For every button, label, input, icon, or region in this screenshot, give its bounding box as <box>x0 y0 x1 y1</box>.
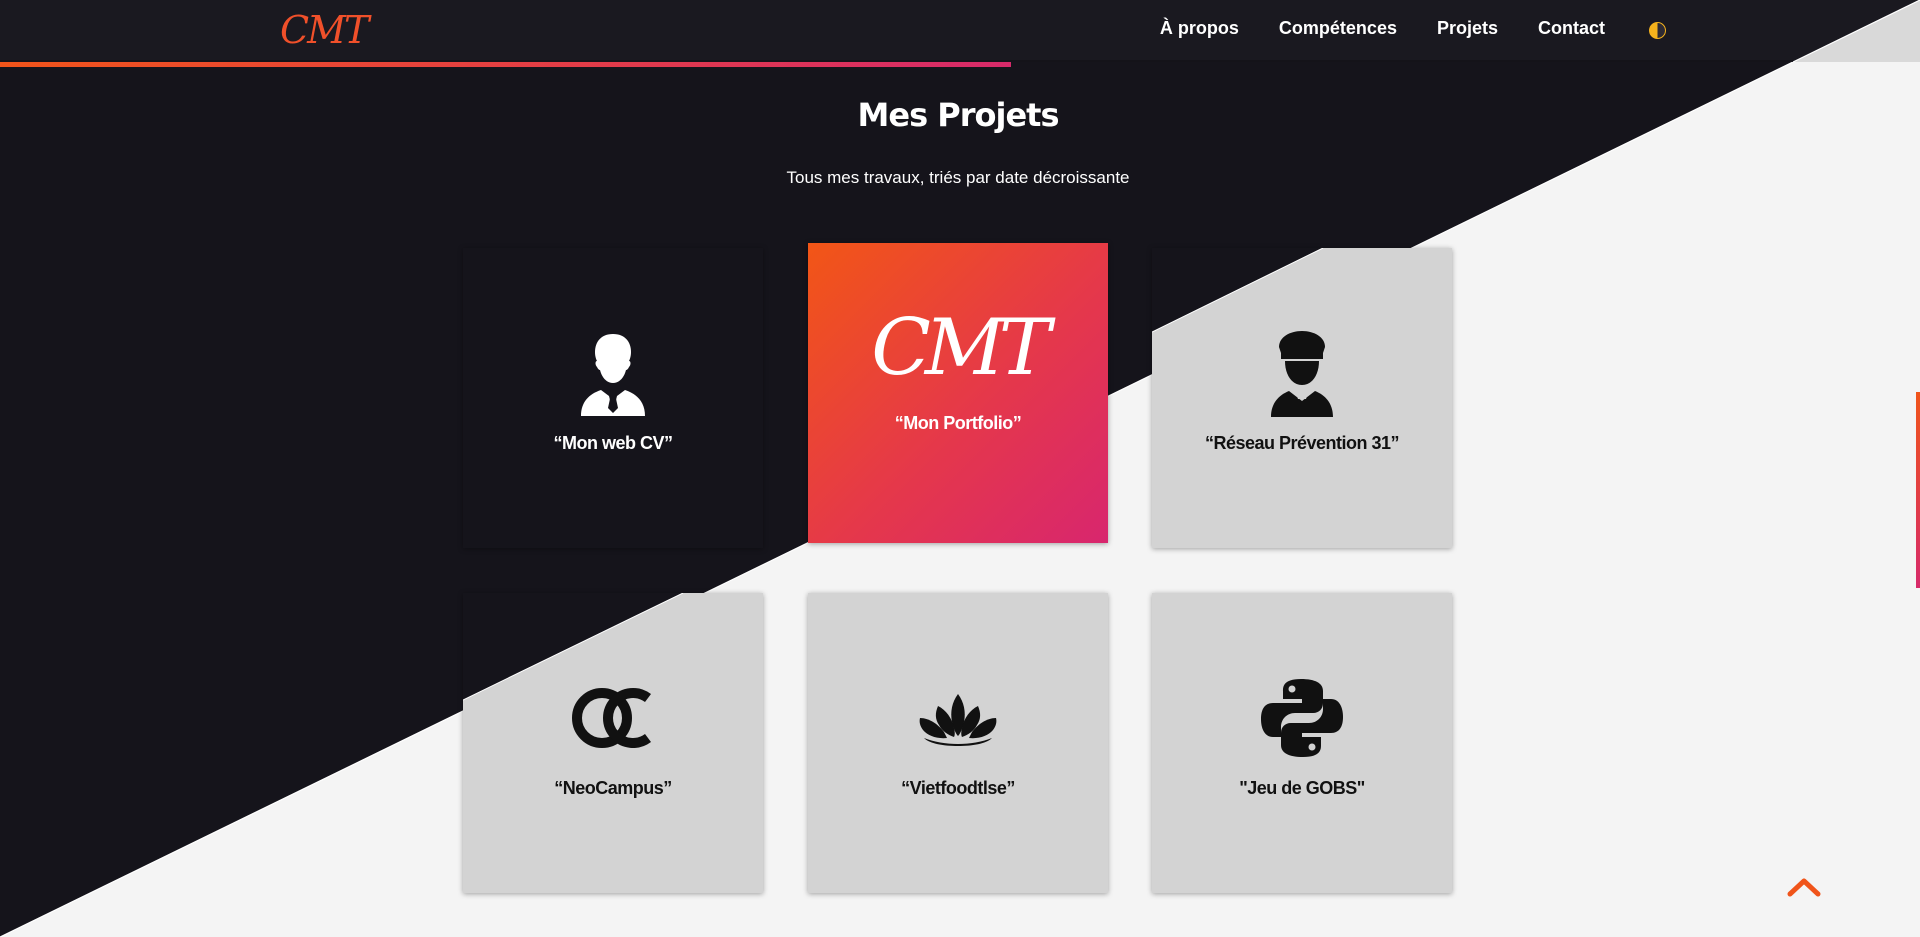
cmt-logo: CMT <box>871 303 1051 393</box>
lotus-icon <box>808 673 1108 763</box>
nav-link-contact[interactable]: Contact <box>1538 18 1605 39</box>
scroll-to-top-button[interactable] <box>1786 874 1822 898</box>
oc-logo-icon <box>463 673 763 763</box>
theme-toggle-icon[interactable] <box>1649 22 1666 39</box>
page: CMT À propos Compétences Projets Contact… <box>0 0 1920 937</box>
project-title: “NeoCampus” <box>554 778 672 798</box>
project-card-jeu-de-gobs[interactable]: "Jeu de GOBS" <box>1152 593 1452 893</box>
section-title: Mes Projets <box>857 96 1060 134</box>
nav-link-competences[interactable]: Compétences <box>1279 18 1397 39</box>
nav-link-projets[interactable]: Projets <box>1437 18 1498 39</box>
section-subtitle: Tous mes travaux, triés par date décrois… <box>786 168 1130 187</box>
navbar: CMT À propos Compétences Projets Contact <box>0 0 1920 62</box>
nav-link-a-propos[interactable]: À propos <box>1160 18 1239 39</box>
project-title: “Réseau Prévention 31” <box>1204 433 1400 453</box>
project-card-mon-web-cv[interactable]: “Mon web CV” <box>463 248 763 548</box>
officer-icon <box>1152 328 1452 418</box>
project-card-neocampus[interactable]: “NeoCampus” <box>463 593 763 893</box>
chevron-up-icon <box>1787 878 1821 897</box>
nav-menu: À propos Compétences Projets Contact <box>1160 18 1605 39</box>
project-title: "Jeu de GOBS" <box>1239 778 1365 798</box>
project-title: “Vietfoodtlse” <box>901 778 1015 798</box>
project-title: “Mon web CV” <box>553 433 674 453</box>
scroll-progress-bar <box>0 62 1012 67</box>
businessman-icon <box>463 328 763 418</box>
python-icon <box>1152 673 1452 763</box>
side-accent-bar <box>1916 392 1920 588</box>
project-card-mon-portfolio[interactable]: CMT “Mon Portfolio” <box>808 243 1108 543</box>
project-card-vietfoodtlse[interactable]: “Vietfoodtlse” <box>808 593 1108 893</box>
project-title: “Mon Portfolio” <box>894 413 1022 433</box>
site-logo[interactable]: CMT <box>280 8 369 52</box>
project-card-reseau-prevention-31[interactable]: “Réseau Prévention 31” <box>1152 248 1452 548</box>
